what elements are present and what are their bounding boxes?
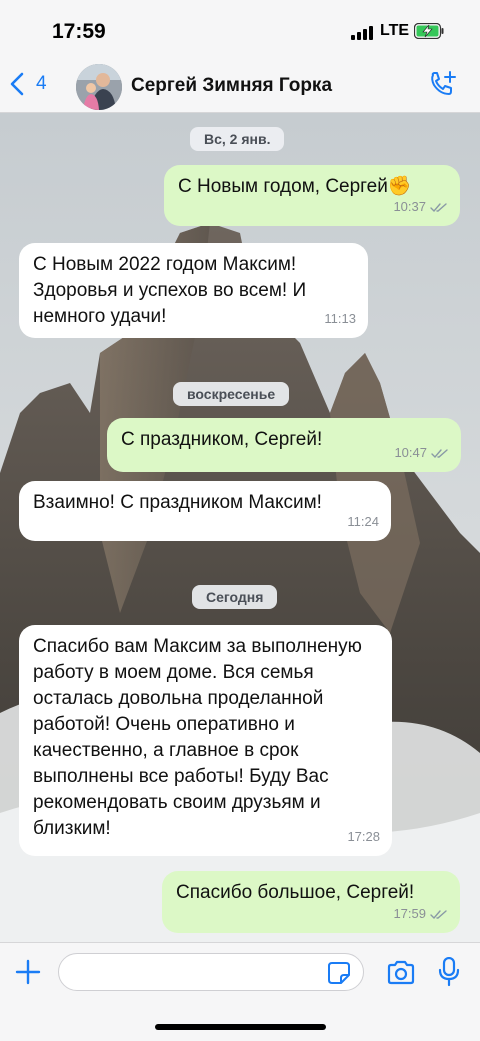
message-meta: 10:47 <box>394 440 449 466</box>
message-meta: 11:24 <box>347 509 379 535</box>
message-text: Взаимно! С праздником Максим! <box>33 492 322 513</box>
message-outgoing[interactable]: С Новым годом, Сергей✊ 10:37 <box>164 165 460 226</box>
date-separator: воскресенье <box>173 382 290 406</box>
double-check-icon <box>431 448 448 458</box>
unread-count: 4 <box>36 73 47 94</box>
message-meta: 11:13 <box>324 306 356 332</box>
contact-name[interactable]: Сергей Зимняя Горка <box>131 75 332 97</box>
plus-icon[interactable] <box>15 959 41 985</box>
message-text: С Новым годом, Сергей✊ <box>178 176 412 197</box>
message-text: Спасибо вам Максим за выполненую работу … <box>33 636 362 839</box>
date-separator: Сегодня <box>192 585 278 609</box>
chat-header: 4 Сергей Зимняя Горка <box>0 60 480 113</box>
double-check-icon <box>430 909 447 919</box>
camera-icon[interactable] <box>386 960 416 986</box>
phone-plus-icon[interactable] <box>428 70 458 100</box>
message-incoming[interactable]: Взаимно! С праздником Максим! 11:24 <box>19 481 391 541</box>
composer-bar <box>0 942 480 1041</box>
message-outgoing[interactable]: С праздником, Сергей! 10:47 <box>107 418 461 472</box>
message-text: С праздником, Сергей! <box>121 429 323 450</box>
message-time: 17:28 <box>347 829 380 844</box>
status-bar: 17:59 LTE <box>0 0 480 60</box>
message-meta: 17:59 <box>393 901 448 927</box>
message-time: 17:59 <box>393 906 426 921</box>
message-text: Спасибо большое, Сергей! <box>176 882 415 903</box>
message-text: С Новым 2022 годом Максим! Здоровья и ус… <box>33 254 307 327</box>
home-indicator <box>155 1024 326 1030</box>
message-meta: 17:28 <box>347 824 380 850</box>
message-incoming[interactable]: С Новым 2022 годом Максим! Здоровья и ус… <box>19 243 368 338</box>
network-label: LTE <box>380 22 410 39</box>
double-check-icon <box>430 202 447 212</box>
message-incoming[interactable]: Спасибо вам Максим за выполненую работу … <box>19 625 392 856</box>
message-time: 11:24 <box>347 514 379 529</box>
message-input[interactable] <box>58 953 364 991</box>
message-time: 11:13 <box>324 311 356 326</box>
back-button[interactable]: 4 <box>10 72 47 96</box>
signal-icon <box>351 26 373 40</box>
date-separator: Вс, 2 янв. <box>190 127 285 151</box>
message-time: 10:37 <box>393 199 426 214</box>
message-meta: 10:37 <box>393 194 448 220</box>
avatar[interactable] <box>76 64 122 110</box>
message-time: 10:47 <box>394 445 427 460</box>
chevron-left-icon <box>10 72 24 96</box>
status-time: 17:59 <box>52 20 106 43</box>
message-outgoing[interactable]: Спасибо большое, Сергей! 17:59 <box>162 871 460 933</box>
battery-charging-icon <box>414 23 444 39</box>
sticker-icon[interactable] <box>327 961 351 985</box>
microphone-icon[interactable] <box>438 957 460 987</box>
chat-area[interactable]: Вс, 2 янв. С Новым годом, Сергей✊ 10:37 … <box>0 113 480 942</box>
